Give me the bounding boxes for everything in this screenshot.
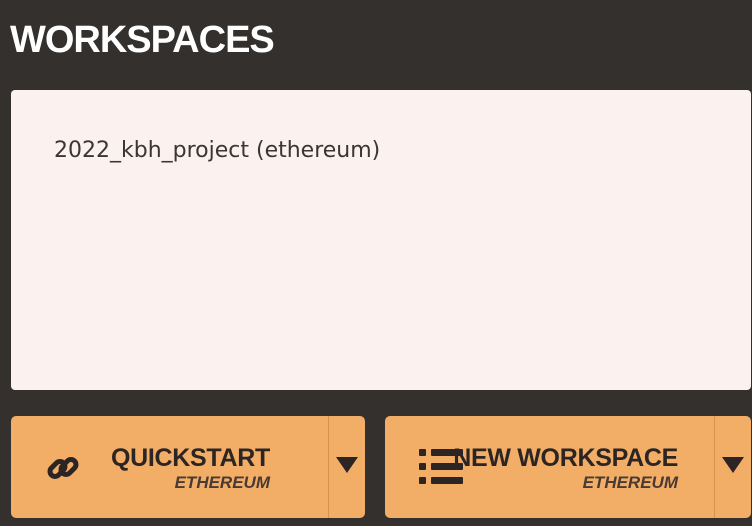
quickstart-label: QUICKSTART: [110, 444, 270, 472]
page-title: WORKSPACES: [10, 19, 275, 61]
quickstart-sublabel: ETHEREUM: [174, 473, 270, 492]
new-workspace-split-button: NEW WORKSPACE ETHEREUM: [385, 416, 751, 518]
new-workspace-sublabel: ETHEREUM: [582, 473, 678, 492]
caret-down-icon: [336, 456, 358, 478]
quickstart-dropdown-toggle[interactable]: [328, 416, 365, 518]
new-workspace-button[interactable]: NEW WORKSPACE ETHEREUM: [385, 416, 714, 518]
caret-down-icon: [722, 456, 744, 478]
quickstart-split-button: QUICKSTART ETHEREUM: [11, 416, 365, 518]
new-workspace-dropdown-toggle[interactable]: [714, 416, 751, 518]
workspace-list: 2022_kbh_project (ethereum): [11, 90, 751, 390]
quickstart-button[interactable]: QUICKSTART ETHEREUM: [11, 416, 328, 518]
workspace-item[interactable]: 2022_kbh_project (ethereum): [54, 136, 380, 166]
new-workspace-label: NEW WORKSPACE: [453, 444, 678, 472]
link-icon: [45, 450, 81, 486]
